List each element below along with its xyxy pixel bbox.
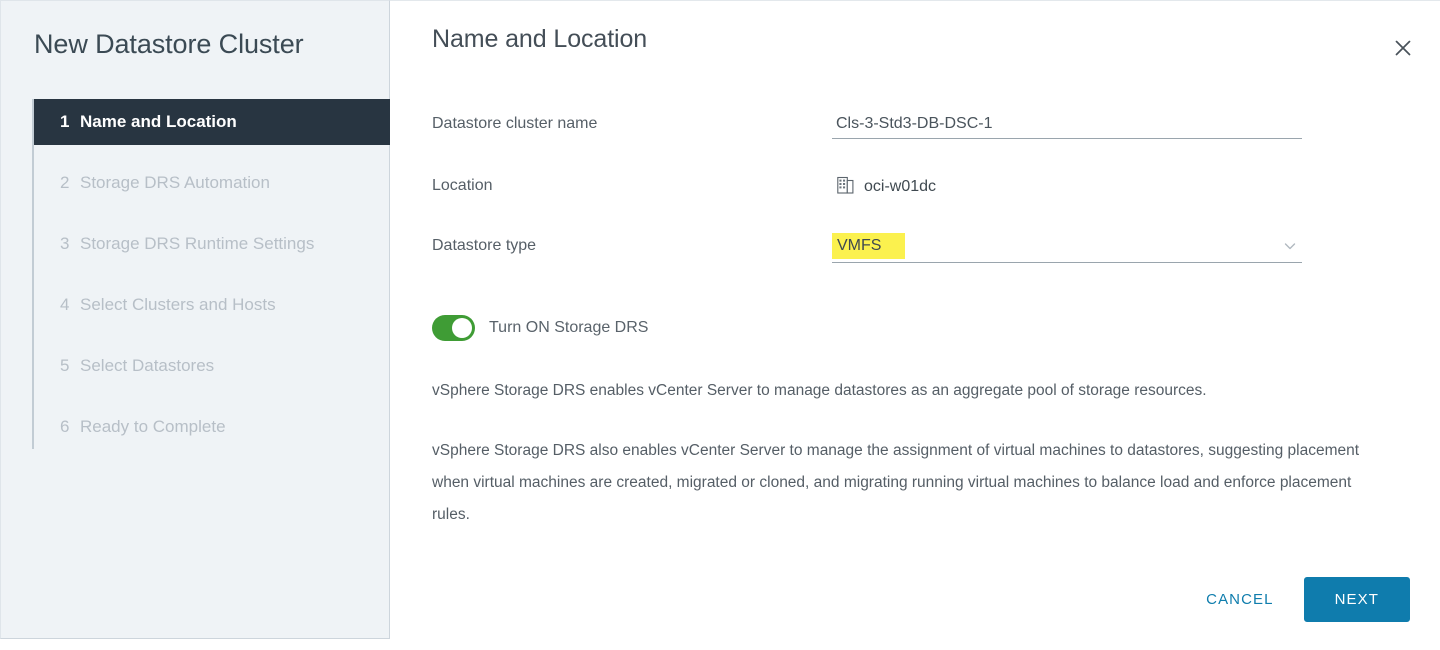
datastore-cluster-name-input[interactable] [832, 111, 1302, 139]
wizard-sidebar: New Datastore Cluster 1 Name and Locatio… [0, 0, 390, 639]
location-value: oci-w01dc [864, 178, 937, 195]
chevron-down-icon[interactable] [1282, 238, 1298, 259]
cancel-button[interactable]: CANCEL [1188, 579, 1291, 620]
toggle-knob [452, 318, 472, 338]
storage-drs-toggle-row: Turn ON Storage DRS [432, 315, 648, 341]
step-number: 5 [60, 356, 70, 375]
sidebar-step-storage-drs-automation[interactable]: 2 Storage DRS Automation [32, 160, 390, 206]
datastore-type-label: Datastore type [432, 237, 537, 254]
field-row-datastore-type: Datastore type VMFS [432, 233, 1400, 267]
datastore-cluster-name-control [832, 111, 1302, 139]
datastore-type-control: VMFS [832, 233, 1302, 263]
step-number: 6 [60, 417, 70, 436]
location-control: oci-w01dc [832, 173, 1302, 201]
wizard-steps-list: 1 Name and Location 2 Storage DRS Automa… [32, 99, 390, 465]
wizard-footer: CANCEL NEXT [1188, 577, 1410, 622]
step-label: Select Clusters and Hosts [80, 295, 276, 314]
new-datastore-cluster-wizard: New Datastore Cluster 1 Name and Locatio… [0, 0, 1440, 650]
sidebar-step-name-and-location[interactable]: 1 Name and Location [34, 99, 390, 145]
datastore-type-select[interactable]: VMFS [832, 233, 1302, 263]
step-label: Storage DRS Automation [80, 173, 270, 192]
sidebar-step-storage-drs-runtime-settings[interactable]: 3 Storage DRS Runtime Settings [32, 221, 390, 267]
step-number: 2 [60, 173, 70, 192]
field-row-datastore-cluster-name: Datastore cluster name [432, 111, 1400, 145]
step-label: Select Datastores [80, 356, 215, 375]
sidebar-step-select-datastores[interactable]: 5 Select Datastores [32, 343, 390, 389]
sidebar-step-select-clusters-and-hosts[interactable]: 4 Select Clusters and Hosts [32, 282, 390, 328]
step-number: 3 [60, 234, 70, 253]
turn-on-storage-drs-toggle[interactable] [432, 315, 475, 341]
step-label: Name and Location [80, 112, 237, 131]
step-label: Storage DRS Runtime Settings [80, 234, 315, 253]
location-label: Location [432, 177, 493, 194]
next-button[interactable]: NEXT [1303, 577, 1410, 622]
close-icon[interactable] [1386, 31, 1420, 65]
location-value-group: oci-w01dc [832, 173, 1302, 201]
step-number: 4 [60, 295, 70, 314]
datastore-type-selected-value: VMFS [832, 233, 906, 259]
sidebar-step-ready-to-complete[interactable]: 6 Ready to Complete [32, 404, 390, 450]
step-number: 1 [60, 112, 70, 131]
steps-rail [32, 99, 34, 449]
wizard-main-panel: Name and Location Datastore cluster name… [390, 0, 1440, 650]
datacenter-icon [837, 175, 854, 199]
page-title: Name and Location [432, 25, 648, 53]
description-paragraph-1: vSphere Storage DRS enables vCenter Serv… [432, 382, 1207, 399]
turn-on-storage-drs-label: Turn ON Storage DRS [489, 319, 649, 336]
description-paragraph-2: vSphere Storage DRS also enables vCenter… [432, 442, 1360, 523]
step-label: Ready to Complete [80, 417, 226, 436]
wizard-title: New Datastore Cluster [34, 29, 304, 59]
field-row-location: Location oci-w01dc [432, 173, 1400, 207]
datastore-cluster-name-label: Datastore cluster name [432, 115, 598, 132]
